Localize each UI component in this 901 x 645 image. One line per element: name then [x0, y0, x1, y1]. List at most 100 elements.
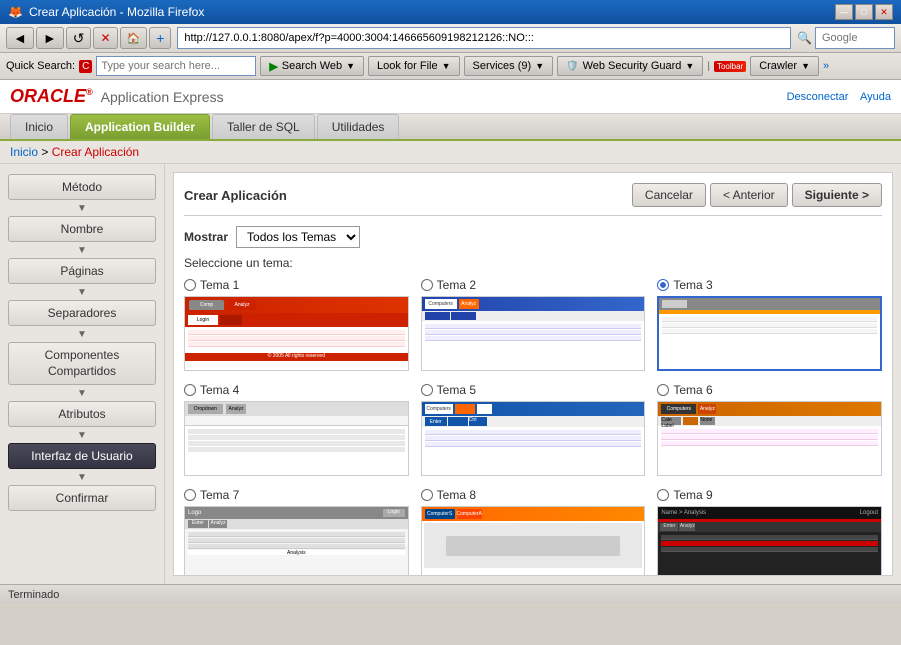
theme-label-8[interactable]: Tema 8 [421, 488, 646, 502]
radio-theme-5[interactable] [421, 384, 433, 396]
theme-preview-1[interactable]: Comp Analyz Login © 2005 All rights rese… [184, 296, 409, 371]
theme-label-4[interactable]: Tema 4 [184, 383, 409, 397]
theme-label-2[interactable]: Tema 2 [421, 278, 646, 292]
window-title: Crear Aplicación - Mozilla Firefox [29, 5, 204, 19]
theme-preview-6[interactable]: Computers Analyz Cate Label None [657, 401, 882, 476]
sidebar-arrow-5: ▼ [8, 387, 156, 401]
sidebar-arrow-4: ▼ [8, 328, 156, 342]
minimize-button[interactable]: — [835, 4, 853, 20]
window-controls[interactable]: — □ ✕ [835, 4, 893, 20]
sidebar-arrow-7: ▼ [8, 471, 156, 485]
tab-utilidades[interactable]: Utilidades [317, 114, 400, 139]
select-theme-label: Seleccione un tema: [184, 256, 882, 270]
radio-theme-1[interactable] [184, 279, 196, 291]
theme-item-7: Tema 7 Logo Login Enter Analyz [184, 488, 409, 576]
sidebar: Método ▼ Nombre ▼ Páginas ▼ Separadores … [0, 164, 165, 584]
theme-item-6: Tema 6 Computers Analyz Cate Label None [657, 383, 882, 476]
sidebar-item-separadores[interactable]: Separadores [8, 300, 156, 326]
theme-label-9[interactable]: Tema 9 [657, 488, 882, 502]
content-area: Crear Aplicación Cancelar < Anterior Sig… [173, 172, 893, 576]
content-title: Crear Aplicación [184, 188, 287, 203]
radio-theme-8[interactable] [421, 489, 433, 501]
sidebar-item-paginas[interactable]: Páginas [8, 258, 156, 284]
status-text: Terminado [8, 589, 59, 601]
look-for-file-arrow: ▼ [442, 61, 451, 71]
google-search-input[interactable] [815, 27, 895, 49]
apex-header: ORACLE® Application Express Desconectar … [0, 80, 901, 114]
theme-label-7[interactable]: Tema 7 [184, 488, 409, 502]
sidebar-item-componentes[interactable]: ComponentesCompartidos [8, 342, 156, 385]
action-buttons: Cancelar < Anterior Siguiente > [632, 183, 882, 207]
theme-6-text: Tema 6 [673, 383, 712, 397]
apex-header-right: Desconectar Ayuda [787, 91, 891, 103]
look-for-file-button[interactable]: Look for File ▼ [368, 56, 459, 76]
toolbar-separator: | [707, 61, 710, 72]
oracle-logo: ORACLE® Application Express [10, 86, 224, 107]
refresh-button[interactable]: ↺ [66, 27, 92, 49]
theme-preview-4[interactable]: Dropdown Analyz [184, 401, 409, 476]
tab-taller-sql[interactable]: Taller de SQL [212, 114, 315, 139]
theme-item-4: Tema 4 Dropdown Analyz [184, 383, 409, 476]
filter-select[interactable]: Todos los Temas [236, 226, 360, 248]
theme-preview-7[interactable]: Logo Login Enter Analyz Analysis [184, 506, 409, 576]
theme-5-text: Tema 5 [437, 383, 476, 397]
services-button[interactable]: Services (9) ▼ [464, 56, 554, 76]
next-button[interactable]: Siguiente > [792, 183, 882, 207]
address-bar[interactable] [177, 27, 791, 49]
theme-item-2: Tema 2 Computers Analyz [421, 278, 646, 371]
crawler-label: Toolbar [714, 61, 746, 72]
sidebar-item-atributos[interactable]: Atributos [8, 401, 156, 427]
web-security-button[interactable]: 🛡️ Web Security Guard ▼ [557, 56, 703, 76]
radio-theme-2[interactable] [421, 279, 433, 291]
theme-item-9: Tema 9 Name > Analysis Logout Enter Anal… [657, 488, 882, 576]
help-link[interactable]: Ayuda [860, 91, 891, 103]
add-page-button[interactable]: + [149, 27, 171, 49]
theme-9-text: Tema 9 [673, 488, 712, 502]
search-web-button[interactable]: ▶ Search Web ▼ [260, 56, 364, 76]
radio-theme-3[interactable] [657, 279, 669, 291]
stop-button[interactable]: ✕ [93, 27, 117, 49]
theme-label-3[interactable]: Tema 3 [657, 278, 882, 292]
sidebar-item-nombre[interactable]: Nombre [8, 216, 156, 242]
sidebar-item-interfaz[interactable]: Interfaz de Usuario [8, 443, 156, 469]
sidebar-item-metodo[interactable]: Método [8, 174, 156, 200]
home-button[interactable]: 🏠 [120, 27, 148, 49]
status-bar: Terminado [0, 584, 901, 604]
close-button[interactable]: ✕ [875, 4, 893, 20]
theme-preview-8[interactable]: ComputerS ComputerA [421, 506, 646, 576]
quick-search-label: Quick Search: [6, 60, 75, 72]
disconnect-link[interactable]: Desconectar [787, 91, 849, 103]
quick-search-input[interactable] [96, 56, 256, 76]
radio-theme-4[interactable] [184, 384, 196, 396]
theme-3-text: Tema 3 [673, 278, 712, 292]
crawler-arrow: ▼ [801, 61, 810, 71]
more-tools-button[interactable]: » [823, 60, 829, 72]
web-security-label: Web Security Guard [583, 60, 682, 72]
forward-button[interactable]: ► [36, 27, 64, 49]
back-button[interactable]: ◄ [6, 27, 34, 49]
radio-theme-7[interactable] [184, 489, 196, 501]
radio-theme-6[interactable] [657, 384, 669, 396]
firefox-icon: 🦊 [8, 5, 23, 19]
services-label: Services (9) [473, 60, 532, 72]
theme-item-3: Tema 3 [657, 278, 882, 371]
breadcrumb-inicio[interactable]: Inicio [10, 145, 38, 159]
maximize-button[interactable]: □ [855, 4, 873, 20]
prev-button[interactable]: < Anterior [710, 183, 788, 207]
theme-preview-2[interactable]: Computers Analyz [421, 296, 646, 371]
tab-application-builder[interactable]: Application Builder [70, 114, 210, 139]
sidebar-item-confirmar[interactable]: Confirmar [8, 485, 156, 511]
radio-theme-9[interactable] [657, 489, 669, 501]
theme-preview-5[interactable]: Computers Enter Ctrl [421, 401, 646, 476]
crawler-button[interactable]: Crawler ▼ [750, 56, 819, 76]
theme-label-6[interactable]: Tema 6 [657, 383, 882, 397]
theme-preview-3[interactable] [657, 296, 882, 371]
theme-label-5[interactable]: Tema 5 [421, 383, 646, 397]
tab-inicio[interactable]: Inicio [10, 114, 68, 139]
nav-tabs-bar: Inicio Application Builder Taller de SQL… [0, 114, 901, 141]
browser-toolbar: ◄ ► ↺ ✕ 🏠 + 🔍 [0, 24, 901, 53]
theme-preview-9[interactable]: Name > Analysis Logout Enter Analyz [657, 506, 882, 576]
cancel-button[interactable]: Cancelar [632, 183, 706, 207]
theme-label-1[interactable]: Tema 1 [184, 278, 409, 292]
search-web-label: Search Web [282, 60, 342, 72]
